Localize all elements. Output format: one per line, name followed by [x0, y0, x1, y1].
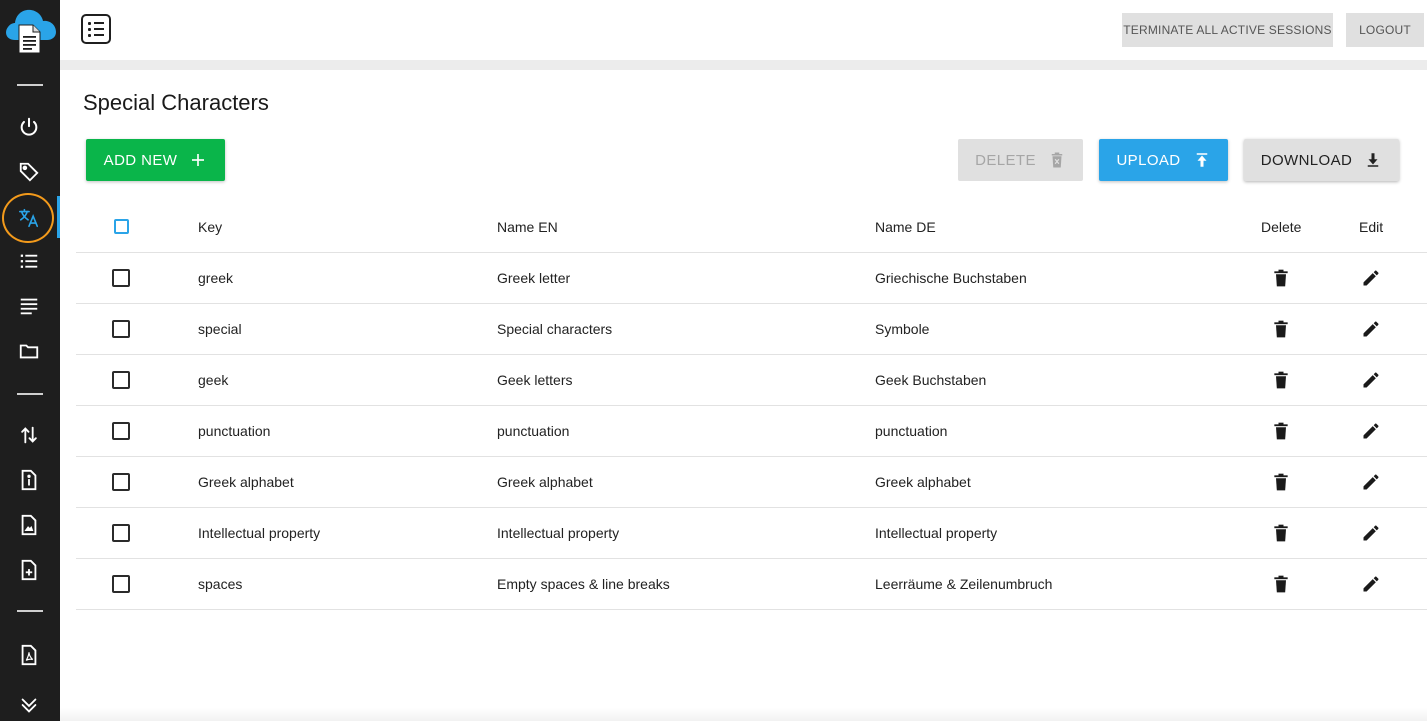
terminate-sessions-button[interactable]: TERMINATE ALL ACTIVE SESSIONS [1122, 13, 1333, 47]
row-checkbox[interactable] [112, 575, 130, 593]
list-view-toggle-icon[interactable] [81, 14, 111, 44]
row-name-de: Greek alphabet [875, 474, 971, 490]
upload-label: UPLOAD [1116, 151, 1181, 169]
table-row: Intellectual property Intellectual prope… [76, 508, 1427, 559]
column-header-delete: Delete [1261, 218, 1302, 235]
column-header-name-en[interactable]: Name EN [497, 201, 558, 252]
special-characters-table: Key Name EN Name DE Delete Edit greek Gr… [76, 201, 1427, 610]
download-icon [1368, 153, 1379, 167]
table-row: spaces Empty spaces & line breaks Leerrä… [76, 559, 1427, 610]
delete-selected-button[interactable]: DELETE [958, 139, 1083, 181]
delete-row-icon[interactable] [1271, 319, 1291, 339]
edit-row-icon[interactable] [1361, 523, 1381, 543]
table-row: punctuation punctuation punctuation [76, 406, 1427, 457]
sidebar-divider [17, 84, 43, 86]
table-row: geek Geek letters Geek Buchstaben [76, 355, 1427, 406]
row-checkbox[interactable] [112, 524, 130, 542]
row-checkbox[interactable] [112, 371, 130, 389]
edit-row-icon[interactable] [1361, 370, 1381, 390]
delete-label: DELETE [975, 151, 1036, 169]
row-name-en: Geek letters [497, 372, 573, 388]
footer-strip [60, 708, 1427, 721]
sidebar-divider [17, 610, 43, 612]
row-name-en: Greek alphabet [497, 474, 593, 490]
download-button[interactable]: DOWNLOAD [1244, 139, 1399, 181]
list-icon[interactable] [14, 246, 44, 276]
sidebar [0, 0, 60, 721]
content-panel: Special Characters ADD NEW DELETE UPLOAD… [60, 70, 1427, 721]
row-name-en: Intellectual property [497, 525, 620, 541]
delete-row-icon[interactable] [1271, 472, 1291, 492]
row-name-en: Empty spaces & line breaks [497, 576, 670, 592]
text-lines-icon[interactable] [14, 291, 44, 321]
edit-row-icon[interactable] [1361, 574, 1381, 594]
delete-row-icon[interactable] [1271, 421, 1291, 441]
table-row: greek Greek letter Griechische Buchstabe… [76, 253, 1427, 304]
row-name-en: Special characters [497, 321, 613, 337]
file-image-icon[interactable] [14, 510, 44, 540]
trash-icon [1051, 152, 1063, 168]
row-name-en: Greek letter [497, 270, 571, 286]
file-add-icon[interactable] [14, 555, 44, 585]
row-checkbox[interactable] [112, 422, 130, 440]
add-new-label: ADD NEW [103, 151, 178, 169]
column-header-name-de[interactable]: Name DE [875, 201, 936, 252]
upload-button[interactable]: UPLOAD [1099, 139, 1228, 181]
row-checkbox[interactable] [112, 473, 130, 491]
tag-icon[interactable] [14, 157, 44, 187]
delete-row-icon[interactable] [1271, 370, 1291, 390]
power-icon[interactable] [14, 112, 44, 142]
top-bar: TERMINATE ALL ACTIVE SESSIONS LOGOUT [60, 0, 1427, 60]
edit-row-icon[interactable] [1361, 472, 1381, 492]
file-pdf-icon[interactable] [14, 640, 44, 670]
table-row: Greek alphabet Greek alphabet Greek alph… [76, 457, 1427, 508]
download-label: DOWNLOAD [1260, 151, 1353, 169]
cloud-document-icon[interactable] [3, 4, 59, 54]
row-name-de: Intellectual property [875, 525, 998, 541]
plus-icon [192, 154, 205, 166]
edit-row-icon[interactable] [1361, 319, 1381, 339]
row-key: Intellectual property [198, 525, 321, 541]
add-new-button[interactable]: ADD NEW [86, 139, 225, 181]
table-header-row: Key Name EN Name DE Delete Edit [76, 201, 1427, 253]
row-name-de: Griechische Buchstaben [875, 270, 1027, 286]
row-name-de: Symbole [875, 321, 930, 337]
row-key: greek [198, 270, 234, 286]
row-name-de: Leerräume & Zeilenumbruch [875, 576, 1053, 592]
column-header-key[interactable]: Key [198, 201, 222, 252]
row-name-de: Geek Buchstaben [875, 372, 987, 388]
row-key: spaces [198, 576, 243, 592]
row-name-en: punctuation [497, 423, 570, 439]
file-info-icon[interactable] [14, 465, 44, 495]
sort-arrows-icon[interactable] [14, 420, 44, 450]
row-key: Greek alphabet [198, 474, 294, 490]
row-key: geek [198, 372, 229, 388]
double-chevron-down-icon[interactable] [14, 690, 44, 720]
edit-row-icon[interactable] [1361, 421, 1381, 441]
column-header-edit: Edit [1359, 218, 1384, 235]
upload-icon [1196, 153, 1207, 167]
row-key: punctuation [198, 423, 271, 439]
page-title: Special Characters [83, 90, 269, 115]
translate-icon[interactable] [14, 203, 44, 233]
row-checkbox[interactable] [112, 269, 130, 287]
table-row: special Special characters Symbole [76, 304, 1427, 355]
logout-button[interactable]: LOGOUT [1346, 13, 1424, 47]
folder-icon[interactable] [14, 336, 44, 366]
sidebar-divider [17, 393, 43, 395]
select-all-checkbox[interactable] [114, 219, 129, 234]
edit-row-icon[interactable] [1361, 268, 1381, 288]
delete-row-icon[interactable] [1271, 268, 1291, 288]
row-name-de: punctuation [875, 423, 948, 439]
row-key: special [198, 321, 242, 337]
delete-row-icon[interactable] [1271, 574, 1291, 594]
delete-row-icon[interactable] [1271, 523, 1291, 543]
row-checkbox[interactable] [112, 320, 130, 338]
